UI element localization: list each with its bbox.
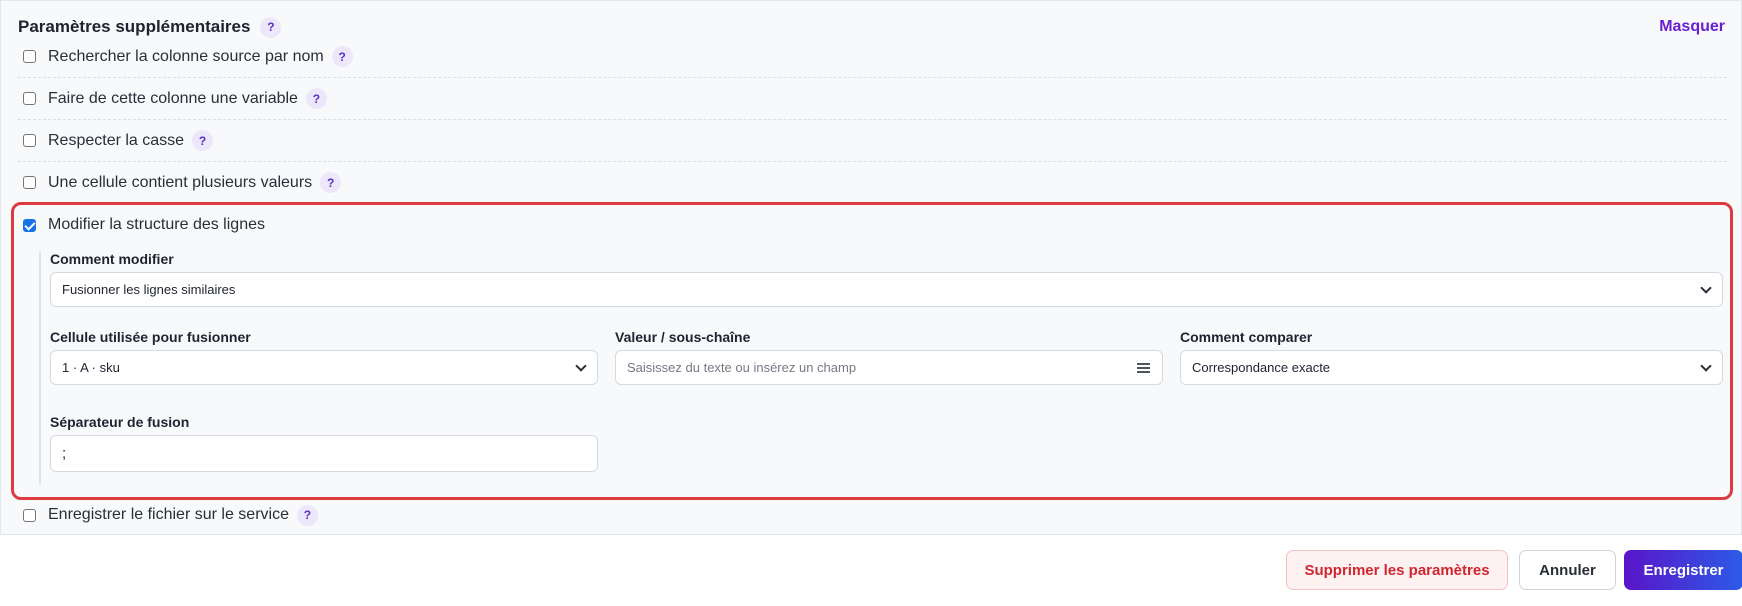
how-modify-select[interactable]: Fusionner les lignes similaires: [50, 272, 1723, 307]
chevron-down-icon: [1700, 360, 1712, 372]
input-placeholder: Saisissez du texte ou insérez un champ: [627, 360, 857, 375]
row-structure-settings: Comment modifier Fusionner les lignes si…: [39, 251, 1729, 485]
select-value: 1 · A · sku: [62, 360, 120, 375]
how-modify-label: Comment modifier: [50, 251, 174, 267]
cancel-button[interactable]: Annuler: [1519, 550, 1616, 590]
insert-field-menu-icon[interactable]: [1137, 363, 1150, 373]
merge-cell-label: Cellule utilisée pour fusionner: [50, 329, 251, 345]
help-icon[interactable]: ?: [320, 172, 342, 193]
section-title: Paramètres supplémentaires: [18, 17, 251, 36]
option-modify-row-structure: Modifier la structure des lignes: [18, 204, 1727, 246]
save-button[interactable]: Enregistrer: [1624, 550, 1742, 590]
value-substring-label: Valeur / sous-chaîne: [615, 329, 751, 345]
select-value: Correspondance exacte: [1192, 360, 1331, 375]
option-label[interactable]: Rechercher la colonne source par nom: [48, 48, 324, 66]
help-icon[interactable]: ?: [296, 504, 318, 526]
help-icon[interactable]: ?: [331, 46, 353, 67]
section-header: Paramètres supplémentaires ?: [18, 16, 282, 38]
chevron-down-icon: [575, 360, 587, 372]
merge-separator-label: Séparateur de fusion: [50, 414, 190, 430]
option-make-variable: Faire de cette colonne une variable ?: [18, 78, 1727, 120]
checkbox[interactable]: [23, 92, 36, 105]
option-label[interactable]: Modifier la structure des lignes: [48, 216, 265, 234]
checkbox[interactable]: [23, 176, 36, 189]
checkbox-checked[interactable]: [23, 218, 36, 232]
checkbox[interactable]: [23, 134, 36, 147]
option-search-source-by-name: Rechercher la colonne source par nom ?: [18, 36, 1727, 78]
checkbox[interactable]: [23, 50, 36, 63]
select-value: Fusionner les lignes similaires: [62, 282, 236, 297]
option-case-sensitive: Respecter la casse ?: [18, 120, 1727, 162]
option-label[interactable]: Enregistrer le fichier sur le service: [48, 506, 289, 524]
chevron-down-icon: [1700, 282, 1712, 294]
input-value: ;: [62, 445, 67, 462]
help-icon[interactable]: ?: [192, 130, 214, 151]
merge-separator-input[interactable]: ;: [50, 435, 598, 472]
additional-settings-panel: Paramètres supplémentaires ? Masquer Rec…: [0, 0, 1742, 535]
option-label[interactable]: Faire de cette colonne une variable: [48, 90, 298, 108]
option-save-file-to-service: Enregistrer le fichier sur le service ?: [18, 496, 1727, 534]
help-icon[interactable]: ?: [260, 16, 282, 38]
option-label[interactable]: Une cellule contient plusieurs valeurs: [48, 174, 312, 192]
footer-actions: Supprimer les paramètres Annuler Enregis…: [0, 535, 1742, 606]
help-icon[interactable]: ?: [305, 88, 327, 109]
compare-select[interactable]: Correspondance exacte: [1180, 350, 1723, 385]
hide-link[interactable]: Masquer: [1659, 18, 1725, 36]
compare-label: Comment comparer: [1180, 329, 1313, 345]
option-multiple-values: Une cellule contient plusieurs valeurs ?: [18, 162, 1727, 204]
checkbox[interactable]: [23, 508, 36, 522]
merge-cell-select[interactable]: 1 · A · sku: [50, 350, 598, 385]
value-substring-input[interactable]: Saisissez du texte ou insérez un champ: [615, 350, 1163, 385]
delete-settings-button[interactable]: Supprimer les paramètres: [1286, 550, 1508, 590]
option-label[interactable]: Respecter la casse: [48, 132, 184, 150]
